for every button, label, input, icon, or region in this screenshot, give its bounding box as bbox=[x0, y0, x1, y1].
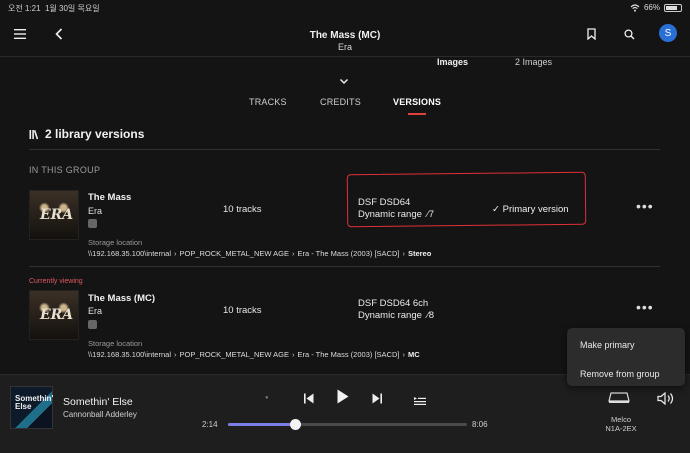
next-icon[interactable] bbox=[372, 391, 382, 409]
section-title: 2 library versions bbox=[29, 127, 144, 141]
page-title: The Mass (MC) Era bbox=[245, 30, 445, 52]
cover-logo: ERA bbox=[40, 207, 74, 223]
zone-label[interactable]: Melco N1A-2EX bbox=[596, 415, 646, 433]
search-icon[interactable] bbox=[622, 26, 636, 42]
row-divider bbox=[29, 266, 660, 267]
library-badge-icon bbox=[88, 320, 97, 329]
tab-tracks[interactable]: TRACKS bbox=[249, 97, 287, 107]
album-title: The Mass (MC) bbox=[309, 30, 381, 41]
top-bar: The Mass (MC) Era bbox=[0, 16, 690, 58]
version-format: DSF DSD64 6ch bbox=[358, 298, 429, 309]
storage-path: \\192.168.35.100\internal › POP_ROCK_METAL… bbox=[88, 350, 420, 359]
library-badge-icon bbox=[88, 219, 97, 228]
now-playing-cover[interactable]: Somethin' Else bbox=[10, 386, 53, 429]
album-artist: Era bbox=[337, 42, 352, 52]
bookmark-icon[interactable] bbox=[584, 26, 598, 42]
back-icon[interactable] bbox=[51, 26, 67, 42]
more-options-icon[interactable]: ••• bbox=[636, 198, 654, 214]
battery-percent: 66% bbox=[643, 3, 660, 12]
chevron-down-icon[interactable] bbox=[339, 72, 349, 90]
album-cover-2: ERA bbox=[29, 290, 79, 340]
version-album-name[interactable]: The Mass bbox=[88, 192, 131, 203]
remove-from-group-menu-item[interactable]: Remove from group bbox=[580, 369, 660, 379]
tab-credits[interactable]: CREDITS bbox=[320, 97, 361, 107]
storage-location-label: Storage location bbox=[88, 238, 143, 247]
progress-slider[interactable] bbox=[228, 419, 467, 430]
status-bar: 오전 1:21 1월 30일 목요일 66% bbox=[0, 0, 690, 16]
menu-icon[interactable] bbox=[12, 26, 28, 42]
now-playing-artist[interactable]: Cannonball Adderley bbox=[63, 410, 137, 419]
elapsed-time: 2:14 bbox=[202, 420, 218, 429]
version-tracks: 10 tracks bbox=[223, 204, 262, 215]
images-label: Images bbox=[437, 57, 469, 67]
storage-location-label: Storage location bbox=[88, 339, 143, 348]
storage-path: \\192.168.35.100\internal › POP_ROCK_METAL… bbox=[88, 249, 432, 258]
images-value[interactable]: 2 Images bbox=[515, 57, 552, 67]
volume-icon[interactable] bbox=[657, 391, 675, 410]
device-icon[interactable] bbox=[608, 391, 630, 409]
version-artist[interactable]: Era bbox=[88, 306, 102, 316]
currently-viewing-label: Currently viewing bbox=[29, 278, 83, 285]
context-menu: Make primary Remove from group bbox=[567, 328, 685, 386]
status-right: 66% bbox=[630, 3, 682, 12]
progress-fill bbox=[228, 423, 295, 426]
battery-icon bbox=[664, 3, 682, 12]
version-tracks: 10 tracks bbox=[223, 305, 262, 316]
previous-icon[interactable] bbox=[304, 391, 314, 409]
queue-icon[interactable] bbox=[414, 392, 426, 410]
wifi-icon bbox=[630, 3, 640, 12]
tab-versions[interactable]: VERSIONS bbox=[393, 97, 441, 107]
version-album-name[interactable]: The Mass (MC) bbox=[88, 293, 155, 304]
annotation-highlight bbox=[346, 171, 587, 228]
status-time: 오전 1:21 1월 30일 목요일 bbox=[8, 4, 100, 13]
library-icon bbox=[29, 129, 39, 139]
version-dynamic-range: Dynamic range ⁄8 bbox=[358, 310, 435, 321]
album-cover-1: ERA bbox=[29, 190, 79, 240]
tab-bar: TRACKS CREDITS VERSIONS bbox=[0, 97, 690, 119]
make-primary-menu-item[interactable]: Make primary bbox=[580, 340, 635, 350]
progress-knob[interactable] bbox=[289, 419, 301, 430]
tab-active-indicator bbox=[408, 113, 426, 115]
section-divider bbox=[29, 149, 660, 150]
now-playing-title[interactable]: Somethin' Else bbox=[63, 396, 133, 408]
shuffle-dot-icon[interactable]: ● bbox=[265, 395, 269, 401]
cover-logo: ERA bbox=[40, 307, 74, 323]
play-icon[interactable] bbox=[337, 389, 349, 409]
version-artist[interactable]: Era bbox=[88, 206, 102, 216]
images-row: Images 2 Images bbox=[0, 57, 690, 69]
avatar[interactable]: S bbox=[659, 24, 677, 42]
more-options-icon[interactable]: ••• bbox=[636, 299, 654, 315]
duration-time: 8:06 bbox=[472, 420, 488, 429]
group-label: IN THIS GROUP bbox=[29, 165, 101, 175]
